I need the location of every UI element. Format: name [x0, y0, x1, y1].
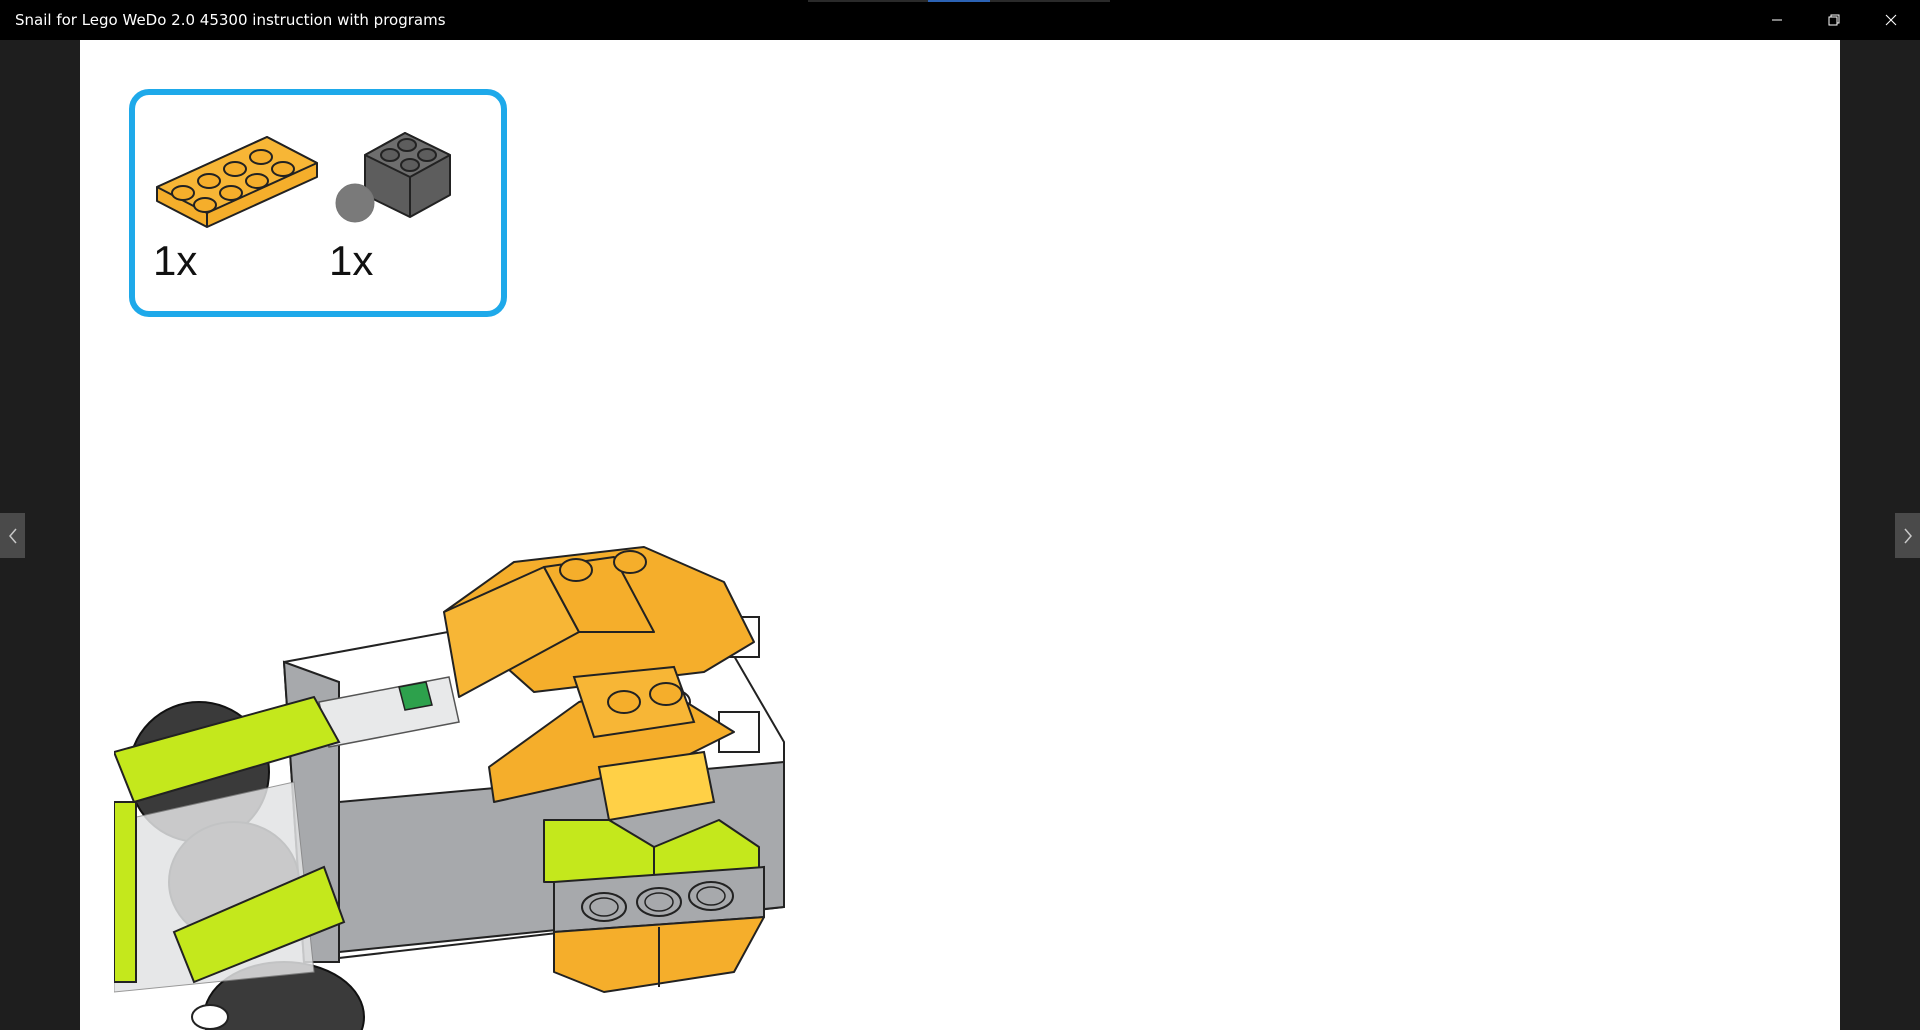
viewer-stage: 1x 1x: [0, 40, 1920, 1030]
close-icon: [1885, 14, 1897, 26]
chevron-right-icon: [1903, 528, 1912, 543]
orange-plate-part-image: [156, 136, 318, 228]
page-indicator: [990, 0, 1110, 2]
window-title: Snail for Lego WeDo 2.0 45300 instructio…: [15, 11, 446, 29]
title-bar: Snail for Lego WeDo 2.0 45300 instructio…: [0, 0, 1920, 40]
parts-list-callout: 1x 1x: [129, 89, 507, 317]
previous-page-button[interactable]: [0, 513, 25, 558]
snail-model-illustration: [114, 546, 785, 1030]
minimize-icon: [1772, 19, 1782, 21]
restore-button[interactable]: [1806, 0, 1862, 40]
part-quantity: 1x: [329, 237, 374, 284]
part-quantity: 1x: [153, 237, 198, 284]
chevron-left-icon: [8, 528, 17, 543]
tilt-sensor-part-image: [335, 132, 451, 223]
next-page-button[interactable]: [1895, 513, 1920, 558]
close-button[interactable]: [1863, 0, 1919, 40]
minimize-button[interactable]: [1749, 0, 1805, 40]
instruction-page: 1x 1x: [80, 40, 1840, 1030]
restore-icon: [1828, 14, 1840, 26]
page-indicator-active: [928, 0, 990, 2]
page-indicator: [808, 0, 928, 2]
hub-green-button: [398, 681, 433, 711]
